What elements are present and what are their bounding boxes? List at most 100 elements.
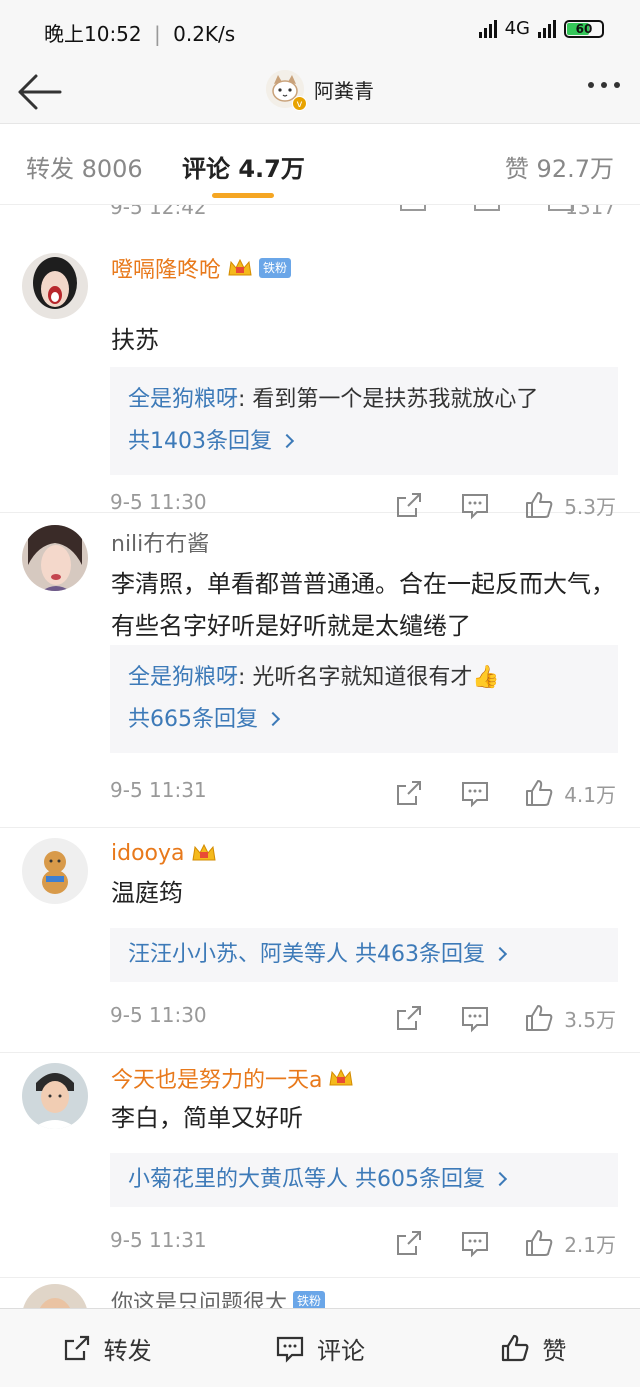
nav-center[interactable]: v 阿粪青 [0, 70, 640, 111]
avatar[interactable] [22, 253, 88, 319]
signal-icon-2 [538, 19, 556, 38]
reply-box[interactable]: 汪汪小小苏、阿美等人 共463条回复 [110, 928, 618, 982]
tab-like[interactable]: 赞 92.7万 [505, 149, 614, 184]
comment-label: 评论 [316, 1336, 365, 1365]
chevron-right-icon [492, 946, 508, 962]
comment-meta: 9-5 11:30 3.5万 [110, 1003, 616, 1033]
share-icon[interactable] [394, 1003, 424, 1033]
comment-item: idooya 温庭筠 汪汪小小苏、阿美等人 共463条回复 9-5 11:30 [0, 828, 640, 1053]
username[interactable]: 你这是只问题很大 [111, 1285, 287, 1308]
comment-text: 李白，简单又好听 [111, 1104, 303, 1132]
status-bar: 晚上10:52 | 0.2K/s 4G 60 [0, 0, 640, 60]
reply-box[interactable]: 小菊花里的大黄瓜等人 共605条回复 [110, 1153, 618, 1207]
comment-icon[interactable] [460, 1003, 490, 1033]
like-icon [526, 1005, 553, 1031]
view-replies-link[interactable]: 共1403条回复 [128, 421, 600, 463]
fan-badge: 铁粉 [293, 1291, 326, 1308]
comment-feed[interactable]: 9-5 12:42 1317 噔嗝隆咚呛 铁粉 扶苏 全是狗粮呀: 看到第一个是… [0, 205, 640, 1308]
view-replies-link[interactable]: 汪汪小小苏、阿美等人 共463条回复 [128, 934, 600, 976]
status-separator: | [154, 22, 161, 46]
avatar[interactable] [22, 838, 88, 904]
reply-username[interactable]: 全是狗粮呀 [128, 387, 238, 412]
battery-level: 60 [575, 21, 593, 36]
chevron-right-icon [265, 711, 281, 727]
comment-text: 李清照，单看都普普通通。合在一起反而大气，有些名字好听是好听就是太缱绻了 [111, 570, 615, 640]
signal-icon [478, 19, 497, 38]
username[interactable]: 今天也是努力的一天a [111, 1062, 322, 1094]
avatar[interactable] [22, 1284, 88, 1308]
comment-button[interactable]: 评论 [213, 1309, 426, 1387]
chevron-right-icon [492, 1171, 508, 1187]
crown-icon [228, 258, 252, 276]
bottom-action-bar: 转发 评论 赞 [0, 1308, 640, 1387]
comment-meta: 9-5 11:31 4.1万 [110, 778, 616, 808]
comment-icon[interactable] [460, 778, 490, 808]
like-button[interactable]: 2.1万 [524, 1228, 616, 1258]
tab-comment[interactable]: 评论 4.7万 [182, 149, 305, 184]
reply-box[interactable]: 全是狗粮呀: 看到第一个是扶苏我就放心了 共1403条回复 [110, 367, 618, 475]
share-icon[interactable] [394, 1228, 424, 1258]
reply-box[interactable]: 全是狗粮呀: 光听名字就知道很有才👍 共665条回复 [110, 645, 618, 753]
network-label: 4G [504, 18, 530, 39]
tabs: 转发 8006 评论 4.7万 赞 92.7万 [0, 125, 640, 205]
tab-repost[interactable]: 转发 8006 [26, 149, 143, 184]
view-replies-link[interactable]: 小菊花里的大黄瓜等人 共605条回复 [128, 1159, 600, 1201]
verified-badge: v [292, 96, 307, 111]
user-avatar-image [22, 1284, 88, 1308]
comment-text: 温庭筠 [111, 879, 183, 907]
like-count: 3.5万 [564, 1007, 616, 1032]
view-replies-link[interactable]: 共665条回复 [128, 699, 600, 741]
active-tab-indicator [212, 193, 274, 198]
like-label: 赞 [542, 1336, 567, 1365]
like-icon [526, 780, 553, 806]
comment-item: 今天也是努力的一天a 李白，简单又好听 小菊花里的大黄瓜等人 共605条回复 9… [0, 1053, 640, 1278]
comment-time: 9-5 11:30 [110, 490, 207, 514]
like-button[interactable]: 3.5万 [524, 1003, 616, 1033]
like-count: 1317 [565, 205, 616, 219]
avatar[interactable] [22, 525, 88, 591]
more-icon [588, 82, 594, 88]
nav-bar: v 阿粪青 [0, 60, 640, 124]
like-count: 2.1万 [564, 1232, 616, 1257]
user-avatar-image [22, 1063, 88, 1129]
fan-badge: 铁粉 [259, 258, 292, 278]
comment-meta: 9-5 11:31 2.1万 [110, 1228, 616, 1258]
comment-item: 噔嗝隆咚呛 铁粉 扶苏 全是狗粮呀: 看到第一个是扶苏我就放心了 共1403条回… [0, 235, 640, 520]
cutoff-meta-row: 9-5 12:42 1317 [0, 205, 640, 219]
avatar[interactable]: v [266, 70, 307, 111]
comment-item: nili冇冇酱 李清照，单看都普普通通。合在一起反而大气，有些名字好听是好听就是… [0, 513, 640, 828]
status-time: 晚上10:52 [44, 22, 142, 46]
comment-text: 扶苏 [111, 326, 159, 354]
reply-text: : 看到第一个是扶苏我就放心了 [238, 387, 539, 412]
reply-username[interactable]: 全是狗粮呀 [128, 665, 238, 690]
status-speed: 0.2K/s [173, 22, 236, 46]
crown-icon [191, 843, 216, 861]
avatar[interactable] [22, 1063, 88, 1129]
more-button[interactable] [588, 82, 620, 88]
comment-icon[interactable] [460, 1228, 490, 1258]
chevron-right-icon [279, 433, 295, 449]
crown-icon [329, 1068, 354, 1086]
like-button[interactable]: 赞 [427, 1309, 640, 1387]
user-avatar-image [22, 838, 88, 904]
like-count: 4.1万 [564, 782, 616, 807]
comment-time: 9-5 11:31 [110, 1228, 207, 1252]
username[interactable]: idooya [111, 841, 185, 866]
page-title: 阿粪青 [314, 78, 374, 103]
like-icon [502, 1334, 529, 1362]
username[interactable]: nili冇冇酱 [111, 526, 209, 558]
share-icon[interactable] [394, 778, 424, 808]
repost-button[interactable]: 转发 [0, 1309, 213, 1387]
like-icon [526, 1230, 553, 1256]
username[interactable]: 噔嗝隆咚呛 [111, 252, 221, 284]
user-avatar-image [22, 525, 88, 591]
share-icon[interactable] [400, 205, 426, 211]
user-avatar-image [22, 253, 88, 319]
status-left: 晚上10:52 | 0.2K/s [44, 18, 235, 47]
like-button[interactable]: 4.1万 [524, 778, 616, 808]
share-icon [64, 1335, 89, 1361]
status-right: 4G 60 [478, 18, 604, 39]
repost-label: 转发 [103, 1336, 152, 1365]
comment-icon[interactable] [474, 205, 500, 211]
comment-time: 9-5 11:30 [110, 1003, 207, 1027]
